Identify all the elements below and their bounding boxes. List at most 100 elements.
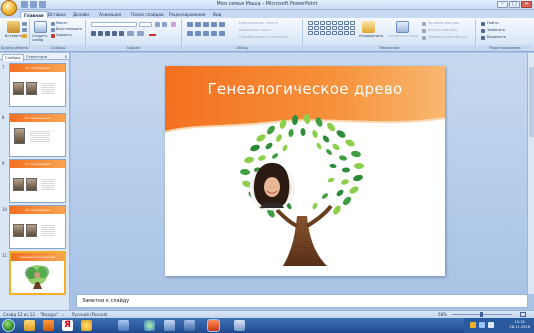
delete-icon[interactable] xyxy=(51,34,55,38)
shape-outline-icon[interactable] xyxy=(422,29,426,33)
tab-home[interactable]: Главная xyxy=(20,11,48,18)
scroll-thumb[interactable] xyxy=(529,67,534,137)
replace-icon[interactable] xyxy=(481,29,485,33)
shape-item[interactable] xyxy=(314,21,319,25)
font-name-box[interactable] xyxy=(91,22,137,27)
decrease-indent-icon[interactable] xyxy=(203,22,209,27)
network-icon[interactable] xyxy=(118,320,129,331)
find-button[interactable]: Найти xyxy=(487,21,499,25)
clear-format-icon[interactable] xyxy=(171,22,176,27)
find-icon[interactable] xyxy=(481,22,485,26)
reset-button[interactable]: Восстановить xyxy=(56,27,82,31)
shape-item[interactable] xyxy=(308,21,313,25)
underline-icon[interactable] xyxy=(105,31,110,36)
select-button[interactable]: Выделить xyxy=(487,35,506,39)
shadow-icon[interactable] xyxy=(119,31,124,36)
shape-item[interactable] xyxy=(338,31,343,35)
minimize-button[interactable]: – xyxy=(497,1,508,8)
shape-item[interactable] xyxy=(332,31,337,35)
paste-icon[interactable] xyxy=(7,21,20,33)
slide-thumbnail[interactable]: Это мой дедушка xyxy=(9,159,66,203)
slide-thumbnail[interactable]: Это мой дедушка xyxy=(9,113,66,157)
folder-icon[interactable] xyxy=(24,320,35,331)
tab-view[interactable]: Вид xyxy=(210,11,225,18)
select-icon[interactable] xyxy=(481,36,485,40)
align-center-icon[interactable] xyxy=(195,31,201,36)
shape-fill-icon[interactable] xyxy=(422,22,426,26)
close-button[interactable]: ✕ xyxy=(521,1,532,8)
shape-item[interactable] xyxy=(308,31,313,35)
shape-item[interactable] xyxy=(320,21,325,25)
new-slide-button[interactable]: Создать слайд xyxy=(32,34,50,42)
office-button[interactable] xyxy=(1,0,17,16)
shape-item[interactable] xyxy=(308,26,313,30)
arrange-icon[interactable] xyxy=(362,21,375,33)
ie-icon[interactable] xyxy=(81,320,92,331)
new-slide-icon[interactable] xyxy=(34,21,47,33)
pane-close-icon[interactable]: x xyxy=(65,54,67,59)
shape-effects-icon[interactable] xyxy=(422,36,426,40)
quick-styles-icon[interactable] xyxy=(396,21,409,33)
quick-styles-button[interactable]: Экспресс-стили xyxy=(388,34,418,38)
shape-item[interactable] xyxy=(350,21,355,25)
volume-icon[interactable] xyxy=(479,322,485,328)
zoom-slider-handle[interactable] xyxy=(480,312,483,317)
yandex-browser-icon[interactable]: Я xyxy=(62,320,73,331)
tab-insert[interactable]: Вставка xyxy=(45,11,69,18)
layout-button[interactable]: Макет xyxy=(56,21,68,25)
replace-button[interactable]: Заменить xyxy=(487,28,505,32)
shapes-gallery[interactable] xyxy=(308,21,355,35)
slide-canvas[interactable]: Генеалогическое древо xyxy=(165,66,445,276)
cut-icon[interactable] xyxy=(22,22,27,26)
tab-outline[interactable]: Структура xyxy=(24,54,49,60)
shape-item[interactable] xyxy=(326,31,331,35)
tab-animation[interactable]: Анимация xyxy=(96,11,124,18)
tab-design[interactable]: Дизайн xyxy=(70,11,92,18)
bold-icon[interactable] xyxy=(91,31,96,36)
tab-slides[interactable]: Слайды xyxy=(2,54,24,61)
shape-item[interactable] xyxy=(314,26,319,30)
maximize-button[interactable]: □ xyxy=(509,1,520,8)
zoom-level[interactable]: 58% xyxy=(438,312,447,317)
shape-fill-button[interactable]: Заливка фигуры xyxy=(428,21,459,25)
shape-outline-button[interactable]: Контур фигуры xyxy=(428,28,457,32)
tab-review[interactable]: Рецензирование xyxy=(166,11,209,18)
layout-icon[interactable] xyxy=(51,22,55,26)
shape-item[interactable] xyxy=(332,21,337,25)
align-left-icon[interactable] xyxy=(187,31,193,36)
settings-icon[interactable] xyxy=(184,320,195,331)
tray-icon[interactable] xyxy=(470,322,476,328)
shape-item[interactable] xyxy=(350,31,355,35)
shape-item[interactable] xyxy=(338,21,343,25)
shape-item[interactable] xyxy=(344,26,349,30)
bullets-icon[interactable] xyxy=(187,22,193,27)
fit-to-window-icon[interactable] xyxy=(520,312,526,317)
shape-item[interactable] xyxy=(320,31,325,35)
slide-thumbnail-selected[interactable]: Генеалогическое древо xyxy=(9,251,66,295)
font-color-icon[interactable] xyxy=(149,31,156,36)
shape-item[interactable] xyxy=(314,31,319,35)
justify-icon[interactable] xyxy=(211,31,217,36)
arrange-button[interactable]: Упорядочить xyxy=(359,34,384,38)
spellcheck-icon[interactable]: ✓ xyxy=(62,312,65,317)
shape-effects-button[interactable]: Эффекты для фигур xyxy=(428,35,467,39)
window-icon[interactable] xyxy=(234,320,245,331)
network-tray-icon[interactable] xyxy=(488,322,494,328)
copy-icon[interactable] xyxy=(22,28,27,32)
clock[interactable]: 10:35 28.11.2016 xyxy=(509,320,530,330)
line-spacing-icon[interactable] xyxy=(219,22,225,27)
paint-icon[interactable] xyxy=(144,320,155,331)
delete-button[interactable]: Удалить xyxy=(56,33,72,37)
font-size-box[interactable] xyxy=(139,22,152,27)
increase-indent-icon[interactable] xyxy=(211,22,217,27)
photo-icon[interactable] xyxy=(164,320,175,331)
format-painter-icon[interactable] xyxy=(22,34,27,38)
columns-icon[interactable] xyxy=(219,31,225,36)
vertical-scrollbar[interactable] xyxy=(527,53,534,294)
slide-thumbnail[interactable]: Это моя бабушка xyxy=(9,63,66,107)
strikethrough-icon[interactable] xyxy=(112,31,117,36)
shape-item[interactable] xyxy=(344,31,349,35)
reset-icon[interactable] xyxy=(51,28,55,32)
align-right-icon[interactable] xyxy=(203,31,209,36)
shape-item[interactable] xyxy=(320,26,325,30)
